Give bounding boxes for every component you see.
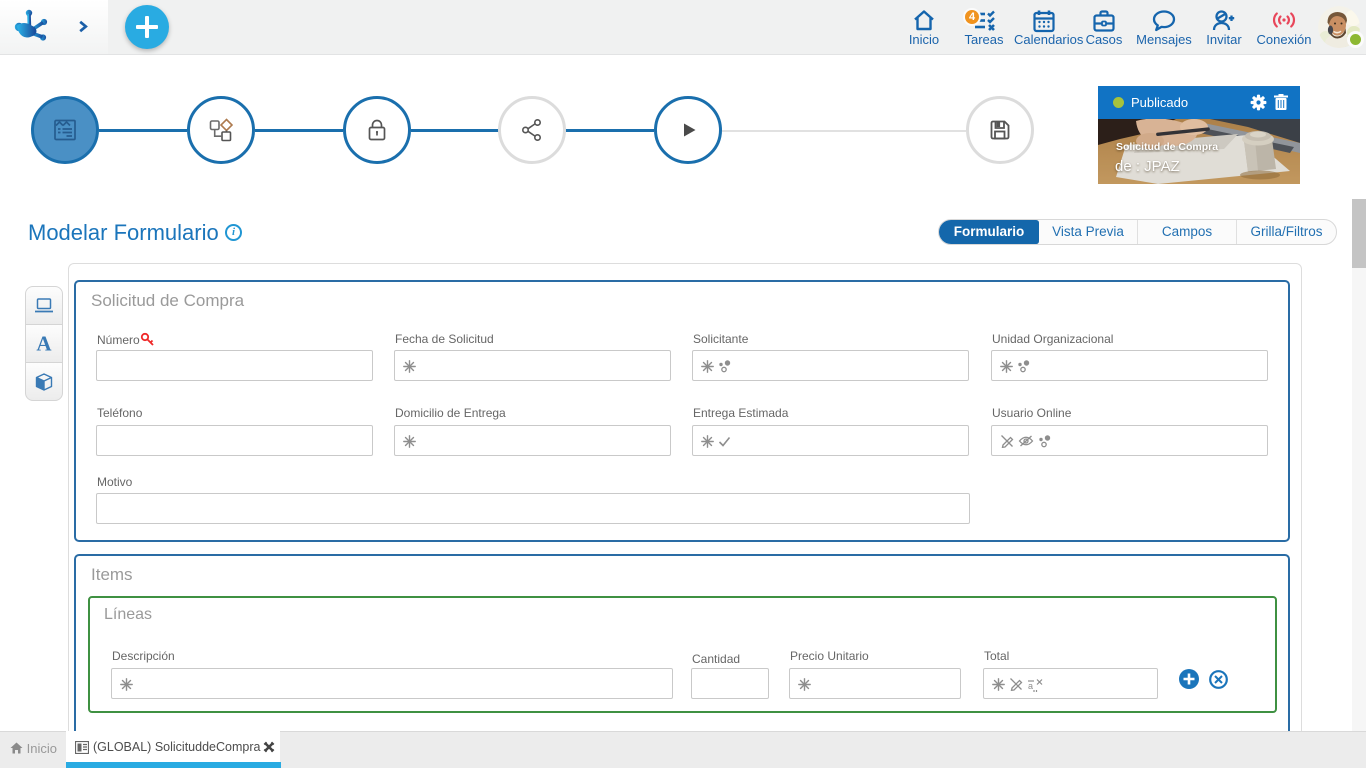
svg-text:a: a	[1028, 681, 1033, 691]
